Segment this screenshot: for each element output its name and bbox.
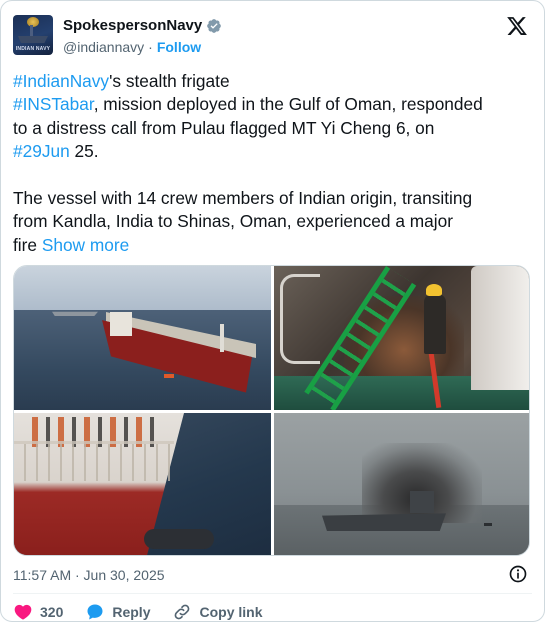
ship-side-rescue-photo[interactable] <box>14 413 271 555</box>
verified-badge-icon <box>207 18 222 33</box>
author-handle[interactable]: @indiannavy <box>63 39 144 55</box>
tweet-text: #IndianNavy's stealth frigate #INSTabar, … <box>13 70 533 257</box>
copy-link-label: Copy link <box>199 604 263 620</box>
author-handle-row: @indiannavy · Follow <box>63 39 201 55</box>
tweet-text-line: #INSTabar, mission deployed in the Gulf … <box>13 93 533 116</box>
avatar-mast <box>30 25 33 37</box>
x-logo-icon[interactable] <box>506 15 528 37</box>
reply-button[interactable]: Reply <box>85 602 151 621</box>
smoking-ship-photo[interactable] <box>274 413 529 555</box>
follow-button[interactable]: Follow <box>157 39 201 55</box>
text-segment: fire <box>13 234 42 255</box>
tweet-timestamp[interactable]: 11:57 AM · Jun 30, 2025 <box>13 567 165 583</box>
text-segment: The vessel with 14 crew members of India… <box>13 188 473 209</box>
hashtag-link[interactable]: #INSTabar <box>13 94 94 114</box>
footer-divider <box>13 593 532 594</box>
tweet-text-line: #29Jun 25. <box>13 140 533 163</box>
tweet-text-line: #IndianNavy's stealth frigate <box>13 70 533 93</box>
tweet-text-line: The vessel with 14 crew members of India… <box>13 187 533 210</box>
firefighter-on-deck-photo[interactable] <box>274 266 529 410</box>
tweet-text-line: fire Show more <box>13 234 533 257</box>
tweet-text-line: from Kandla, India to Shinas, Oman, expe… <box>13 210 533 233</box>
copy-link-button[interactable]: Copy link <box>172 602 263 621</box>
text-segment: to a distress call from Pulau flagged MT… <box>13 117 435 138</box>
like-count: 320 <box>40 604 64 620</box>
tanker-at-sea-photo[interactable] <box>14 266 271 410</box>
hashtag-link[interactable]: #IndianNavy <box>13 71 109 91</box>
author-name-row: SpokespersonNavy <box>63 17 222 34</box>
text-segment: 25. <box>69 141 99 162</box>
reply-label: Reply <box>112 604 151 620</box>
media-grid <box>13 265 530 556</box>
tweet-card: INDIAN NAVY SpokespersonNavy @indiannavy… <box>0 0 545 622</box>
avatar-ship <box>18 36 48 43</box>
show-more-link[interactable]: Show more <box>42 235 129 255</box>
navy-emblem-icon <box>27 17 39 27</box>
avatar-text: INDIAN NAVY <box>15 46 51 52</box>
author-avatar[interactable]: INDIAN NAVY <box>13 15 53 55</box>
text-segment: from Kandla, India to Shinas, Oman, expe… <box>13 211 453 232</box>
heart-icon <box>14 604 32 620</box>
tweet-text-line: to a distress call from Pulau flagged MT… <box>13 117 533 140</box>
text-segment: , mission deployed in the Gulf of Oman, … <box>93 94 483 115</box>
link-icon <box>175 604 190 620</box>
reply-bubble-icon <box>87 604 103 620</box>
like-button[interactable]: 320 <box>13 602 64 621</box>
separator-dot: · <box>148 39 153 55</box>
author-display-name[interactable]: SpokespersonNavy <box>63 17 202 34</box>
hashtag-link[interactable]: #29Jun <box>13 141 70 161</box>
action-bar: 320 Reply Copy link <box>13 602 285 621</box>
text-segment: 's stealth frigate <box>109 71 230 91</box>
info-icon[interactable] <box>508 564 528 584</box>
